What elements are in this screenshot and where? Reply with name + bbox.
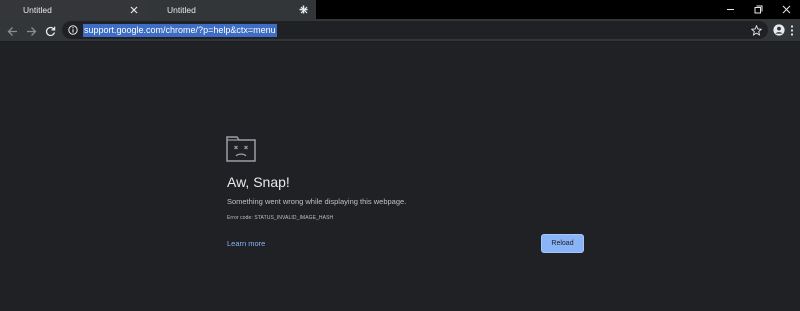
window-close-button[interactable]	[772, 0, 800, 19]
error-page: Aw, Snap! Something went wrong while dis…	[0, 43, 800, 311]
tab-strip: Untitled Untitled	[0, 0, 800, 19]
refresh-icon	[45, 26, 55, 36]
restore-icon	[754, 5, 762, 14]
forward-button[interactable]	[23, 23, 39, 39]
url-text[interactable]: support.google.com/chrome/?p=help&ctx=me…	[83, 23, 277, 37]
omnibox[interactable]: support.google.com/chrome/?p=help&ctx=me…	[62, 21, 768, 39]
learn-more-link[interactable]: Learn more	[227, 239, 265, 248]
minimize-button[interactable]	[716, 0, 744, 19]
tab-untitled-1[interactable]: Untitled	[0, 0, 146, 19]
tab-title: Untitled	[167, 4, 196, 15]
new-tab-button[interactable]	[296, 2, 310, 16]
tab-untitled-2[interactable]: Untitled	[146, 0, 316, 19]
tab-title: Untitled	[23, 4, 52, 15]
error-message: Something went wrong while displaying th…	[227, 197, 407, 206]
reload-button[interactable]: Reload	[541, 234, 584, 253]
info-icon[interactable]	[67, 24, 79, 36]
plus-icon	[299, 5, 307, 13]
error-code: Error code: STATUS_INVALID_IMAGE_HASH	[227, 215, 334, 221]
refresh-button[interactable]	[42, 23, 58, 39]
arrow-right-icon	[26, 26, 36, 36]
sad-tab-icon	[226, 136, 256, 162]
error-title: Aw, Snap!	[227, 174, 290, 190]
account-circle-icon[interactable]	[772, 23, 786, 37]
window-controls	[716, 0, 800, 19]
toolbar: support.google.com/chrome/?p=help&ctx=me…	[0, 19, 800, 42]
star-icon[interactable]	[749, 23, 763, 37]
close-icon[interactable]	[127, 3, 141, 17]
minimize-icon	[726, 9, 734, 10]
close-icon	[782, 5, 790, 14]
back-button[interactable]	[4, 23, 20, 39]
restore-button[interactable]	[744, 0, 772, 19]
arrow-left-icon	[7, 26, 17, 36]
kebab-menu-icon[interactable]	[786, 23, 798, 37]
